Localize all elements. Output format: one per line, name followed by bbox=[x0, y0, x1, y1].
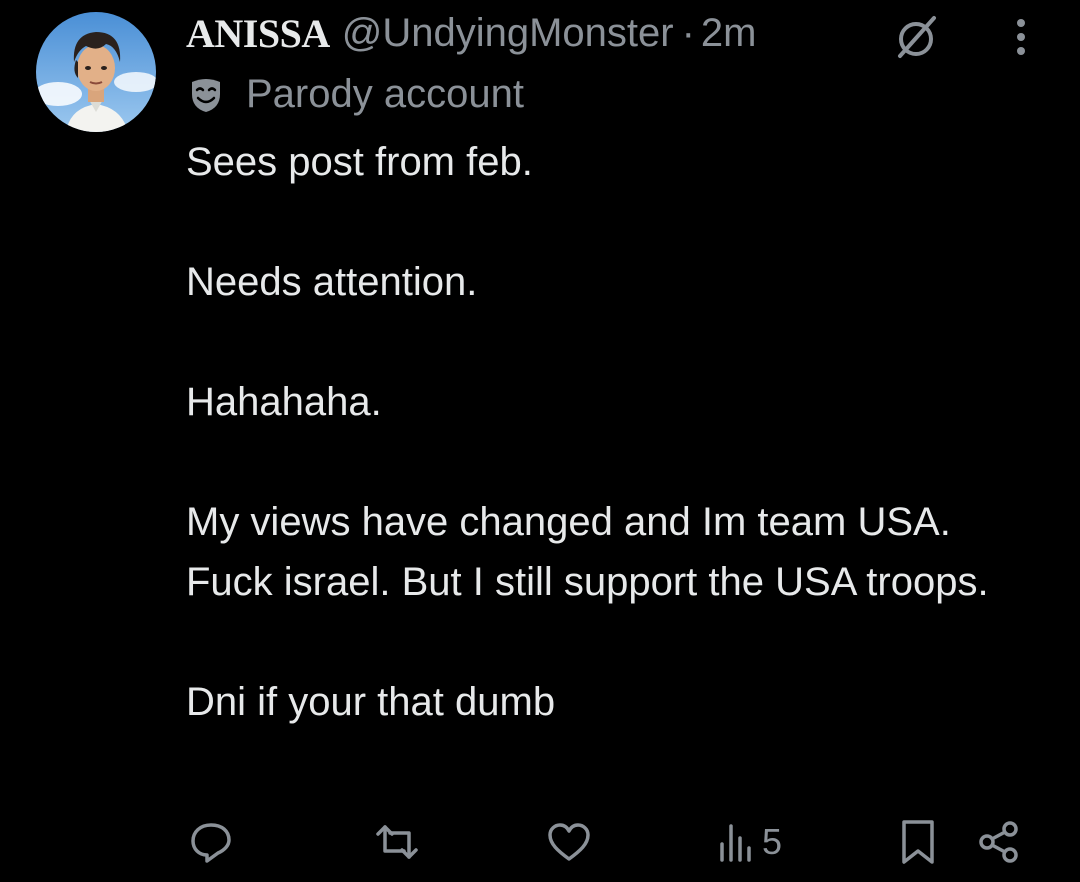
repost-button[interactable] bbox=[374, 812, 420, 872]
avatar[interactable] bbox=[36, 12, 156, 132]
like-button[interactable] bbox=[546, 812, 592, 872]
tweet[interactable]: ANISSA @UndyingMonster · 2m Parody accou… bbox=[0, 0, 1080, 882]
repost-icon bbox=[376, 825, 418, 859]
slashed-circle-icon bbox=[890, 14, 942, 60]
action-bar: 5 bbox=[0, 812, 1080, 872]
user-handle[interactable]: @UndyingMonster bbox=[342, 11, 674, 56]
tweet-paragraph: Hahahaha. bbox=[186, 380, 382, 424]
tweet-header: ANISSA @UndyingMonster · 2m bbox=[186, 8, 756, 58]
bookmark-icon bbox=[902, 820, 934, 864]
tweet-paragraph: Sees post from feb. bbox=[186, 140, 533, 184]
reply-button[interactable] bbox=[188, 812, 234, 872]
avatar-image bbox=[36, 12, 156, 132]
tweet-paragraph: My views have changed and Im team USA. F… bbox=[186, 500, 989, 604]
tweet-paragraph: Needs attention. bbox=[186, 260, 478, 304]
mask-icon bbox=[186, 74, 226, 114]
share-button[interactable] bbox=[976, 812, 1022, 872]
timestamp[interactable]: 2m bbox=[701, 11, 757, 56]
more-options-icon[interactable] bbox=[1006, 16, 1036, 58]
share-icon bbox=[979, 821, 1018, 863]
parody-account-label: Parody account bbox=[246, 71, 524, 116]
display-name[interactable]: ANISSA bbox=[186, 10, 330, 57]
heart-icon bbox=[548, 823, 590, 861]
tweet-paragraph: Dni if your that dumb bbox=[186, 680, 556, 724]
views-icon bbox=[720, 824, 751, 862]
views-button[interactable]: 5 bbox=[718, 812, 782, 872]
bookmark-button[interactable] bbox=[898, 812, 938, 872]
parody-badge: Parody account bbox=[186, 70, 524, 118]
reply-icon bbox=[191, 823, 231, 863]
views-count: 5 bbox=[762, 821, 783, 862]
tweet-body: Sees post from feb. Needs attention. Hah… bbox=[186, 132, 1046, 732]
separator-dot: · bbox=[681, 10, 695, 55]
